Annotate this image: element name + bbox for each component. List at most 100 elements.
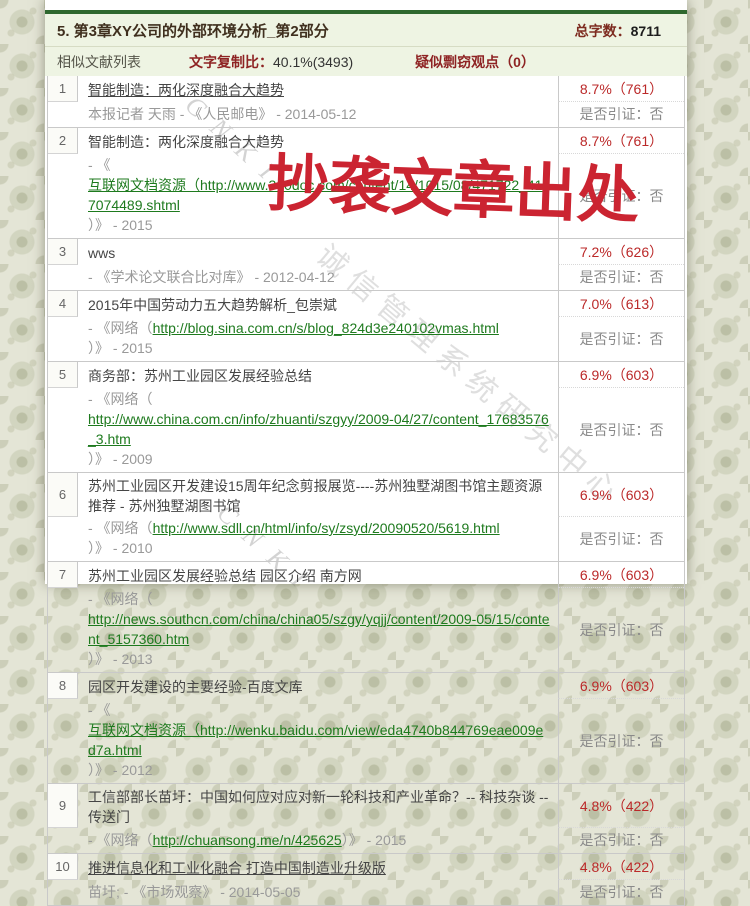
total-words-value: 8711: [631, 23, 661, 39]
total-word-count: 总字数：8711: [575, 21, 661, 41]
citation-flag: 是否引证：否: [558, 588, 684, 672]
source-title-link[interactable]: 苏州工业园区发展经验总结 园区介绍 南方网: [88, 566, 362, 586]
citation-flag: 是否引证：否: [558, 699, 684, 783]
source-url-link[interactable]: http://news.southcn.com/china/china05/sz…: [88, 609, 550, 649]
report-content-area: CNKI CNKI 诚信管理系统研究中心 5. 第3章XY公司的外部环境分析_第…: [45, 0, 687, 584]
citation-prefix: 苗圩; - 《市场观察》 - 2014-05-05: [88, 882, 300, 902]
citation-prefix: - 《网络（: [88, 518, 153, 538]
copy-ratio-value: 40.1%(3493): [273, 54, 353, 70]
source-title-cell: 工信部部长苗圩：中国如何应对应对新一轮科技和产业革命？-- 科技杂谈 -- 传送…: [78, 784, 558, 828]
citation-prefix: - 《: [88, 700, 111, 720]
table-row: 7 苏州工业园区发展经验总结 园区介绍 南方网 6.9%（603） - 《网络（…: [48, 562, 684, 673]
source-title-cell: 智能制造：两化深度融合大趋势: [78, 128, 558, 154]
citation-suffix: ）》 - 2012: [88, 760, 153, 780]
source-title-link[interactable]: 智能制造：两化深度融合大趋势: [88, 132, 284, 152]
source-url-link[interactable]: http://chuansong.me/n/425625: [153, 830, 342, 850]
source-citation: - 《互联网文档资源（http://wenku.baidu.com/view/e…: [78, 699, 558, 783]
row-number: 7: [48, 562, 78, 588]
table-row: 5 商务部：苏州工业园区发展经验总结 6.9%（603） - 《网络（http:…: [48, 362, 684, 473]
row-number: 6: [48, 473, 78, 517]
similarity-percent: 6.9%（603）: [558, 362, 684, 388]
source-title-link[interactable]: 2015年中国劳动力五大趋势解析_包崇斌: [88, 295, 337, 315]
source-citation: - 《互联网文档资源（http://www.360doc.com/content…: [78, 154, 558, 238]
citation-flag: 是否引证：否: [558, 102, 684, 127]
tab-similar-documents[interactable]: 相似文献列表: [57, 52, 141, 72]
citation-flag: 是否引证：否: [558, 517, 684, 561]
suspected-plagiarism-points: 疑似剽窃观点（0）: [415, 52, 535, 72]
plagiarism-report-page: { "header": { "doc_title": "5. 第3章XY公司的外…: [0, 0, 750, 584]
source-title-link[interactable]: 智能制造：两化深度融合大趋势: [88, 80, 284, 100]
citation-flag: 是否引证：否: [558, 388, 684, 472]
citation-suffix: ）》 - 2015: [88, 338, 153, 358]
source-url-link[interactable]: 互联网文档资源（http://www.360doc.com/content/14…: [88, 175, 550, 215]
similarity-percent: 7.2%（626）: [558, 239, 684, 265]
source-url-link[interactable]: http://www.china.com.cn/info/zhuanti/szg…: [88, 409, 550, 449]
source-title-link[interactable]: 园区开发建设的主要经验-百度文库: [88, 677, 303, 697]
similar-sources-table: 1 智能制造：两化深度融合大趋势 8.7%（761） 本报记者 天雨 - 《人民…: [47, 76, 685, 906]
table-row: 1 智能制造：两化深度融合大趋势 8.7%（761） 本报记者 天雨 - 《人民…: [48, 76, 684, 128]
source-citation: - 《网络（http://news.southcn.com/china/chin…: [78, 588, 558, 672]
copy-ratio-label: 文字复制比：: [189, 54, 273, 70]
table-row: 9 工信部部长苗圩：中国如何应对应对新一轮科技和产业革命？-- 科技杂谈 -- …: [48, 784, 684, 854]
citation-prefix: 本报记者 天雨 - 《人民邮电》 - 2014-05-12: [88, 104, 356, 124]
citation-prefix: - 《网络（: [88, 830, 153, 850]
source-url-link[interactable]: http://www.sdll.cn/html/info/sy/zsyd/200…: [153, 518, 500, 538]
citation-prefix: - 《: [88, 155, 111, 175]
row-number: 9: [48, 784, 78, 828]
source-title-link[interactable]: 推进信息化和工业化融合 打造中国制造业升级版: [88, 858, 386, 878]
source-title-cell: 园区开发建设的主要经验-百度文库: [78, 673, 558, 699]
citation-flag: 是否引证：否: [558, 154, 684, 238]
table-row: 8 园区开发建设的主要经验-百度文库 6.9%（603） - 《互联网文档资源（…: [48, 673, 684, 784]
source-citation: - 《网络（http://www.china.com.cn/info/zhuan…: [78, 388, 558, 472]
citation-suffix: ）》 - 2010: [88, 538, 153, 558]
citation-suffix: ）》 - 2009: [88, 449, 153, 469]
section-header: 5. 第3章XY公司的外部环境分析_第2部分 总字数：8711: [45, 14, 687, 46]
citation-suffix: ）》 - 2015: [342, 830, 407, 850]
source-title-cell: 2015年中国劳动力五大趋势解析_包崇斌: [78, 291, 558, 317]
table-row: 6 苏州工业园区开发建设15周年纪念剪报展览----苏州独墅湖图书馆主题资源推荐…: [48, 473, 684, 562]
similarity-percent: 6.9%（603）: [558, 562, 684, 588]
citation-suffix: ）》 - 2015: [88, 215, 153, 235]
source-title-link[interactable]: 商务部：苏州工业园区发展经验总结: [88, 366, 312, 386]
source-title-cell: 苏州工业园区开发建设15周年纪念剪报展览----苏州独墅湖图书馆主题资源推荐 -…: [78, 473, 558, 517]
source-citation: - 《网络（http://blog.sina.com.cn/s/blog_824…: [78, 317, 558, 361]
citation-prefix: - 《网络（: [88, 589, 153, 609]
table-row: 4 2015年中国劳动力五大趋势解析_包崇斌 7.0%（613） - 《网络（h…: [48, 291, 684, 362]
source-title-cell: 苏州工业园区发展经验总结 园区介绍 南方网: [78, 562, 558, 588]
row-number: 4: [48, 291, 78, 317]
citation-flag: 是否引证：否: [558, 265, 684, 290]
citation-prefix: - 《网络（: [88, 389, 153, 409]
table-row: 10 推进信息化和工业化融合 打造中国制造业升级版 4.8%（422） 苗圩; …: [48, 854, 684, 906]
source-title-link[interactable]: 工信部部长苗圩：中国如何应对应对新一轮科技和产业革命？-- 科技杂谈 -- 传送…: [88, 787, 550, 827]
similarity-percent: 4.8%（422）: [558, 854, 684, 880]
citation-flag: 是否引证：否: [558, 317, 684, 361]
similarity-percent: 8.7%（761）: [558, 128, 684, 154]
citation-flag: 是否引证：否: [558, 828, 684, 853]
total-words-label: 总字数：: [575, 23, 631, 39]
row-number: 3: [48, 239, 78, 265]
similarity-percent: 6.9%（603）: [558, 473, 684, 517]
row-number: 8: [48, 673, 78, 699]
source-citation: 苗圩; - 《市场观察》 - 2014-05-05: [78, 880, 558, 905]
source-title-cell: 推进信息化和工业化融合 打造中国制造业升级版: [78, 854, 558, 880]
report-stats-bar: 相似文献列表 文字复制比：40.1%(3493) 疑似剽窃观点（0）: [45, 46, 687, 76]
source-citation: - 《网络（http://www.sdll.cn/html/info/sy/zs…: [78, 517, 558, 561]
source-citation: - 《学术论文联合比对库》 - 2012-04-12: [78, 265, 558, 290]
row-number: 1: [48, 76, 78, 102]
source-citation: 本报记者 天雨 - 《人民邮电》 - 2014-05-12: [78, 102, 558, 127]
source-title-cell: 智能制造：两化深度融合大趋势: [78, 76, 558, 102]
top-margin-strip: [45, 0, 687, 10]
table-row: 3 wws 7.2%（626） - 《学术论文联合比对库》 - 2012-04-…: [48, 239, 684, 291]
row-number: 10: [48, 854, 78, 880]
source-title-cell: 商务部：苏州工业园区发展经验总结: [78, 362, 558, 388]
row-number: 2: [48, 128, 78, 154]
source-title-cell: wws: [78, 239, 558, 265]
source-title-link[interactable]: 苏州工业园区开发建设15周年纪念剪报展览----苏州独墅湖图书馆主题资源推荐 -…: [88, 476, 550, 516]
similarity-percent: 7.0%（613）: [558, 291, 684, 317]
copy-ratio: 文字复制比：40.1%(3493): [189, 52, 353, 72]
similarity-percent: 8.7%（761）: [558, 76, 684, 102]
source-url-link[interactable]: http://blog.sina.com.cn/s/blog_824d3e240…: [153, 318, 499, 338]
source-title-link[interactable]: wws: [88, 243, 115, 263]
similarity-percent: 6.9%（603）: [558, 673, 684, 699]
source-url-link[interactable]: 互联网文档资源（http://wenku.baidu.com/view/eda4…: [88, 720, 550, 760]
